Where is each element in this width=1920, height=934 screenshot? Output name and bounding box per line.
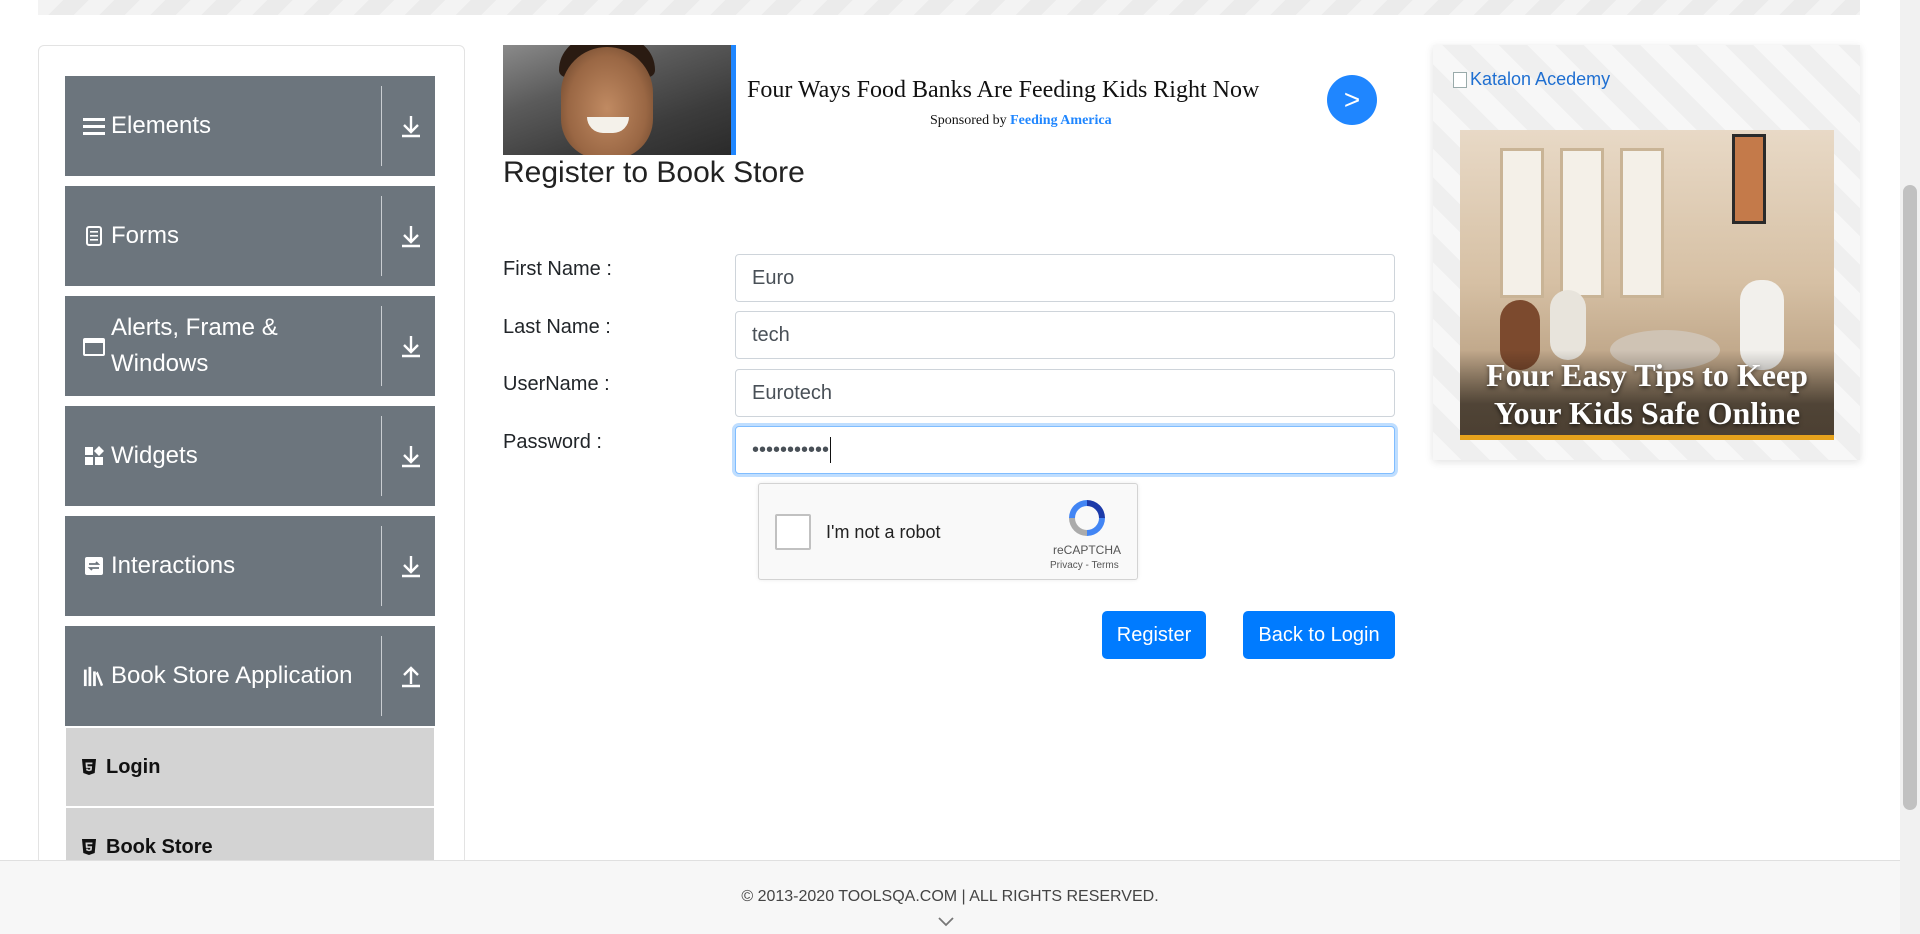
books-icon <box>83 665 105 687</box>
ad-image-family[interactable]: Four Easy Tips to Keep Your Kids Safe On… <box>1460 130 1834 440</box>
ad-sponsor-name[interactable]: Feeding America <box>1010 113 1111 128</box>
username-label: UserName : <box>503 373 610 395</box>
username-input[interactable]: Eurotech <box>735 369 1395 417</box>
sidebar-group-label: Alerts, Frame & Windows <box>111 314 278 377</box>
katalon-ad-link[interactable]: Katalon Acedemy <box>1453 69 1610 90</box>
ad-headline[interactable]: Four Ways Food Banks Are Feeding Kids Ri… <box>747 77 1259 104</box>
recaptcha-label: I'm not a robot <box>826 522 941 542</box>
sidebar-item-label: Login <box>106 755 161 778</box>
recaptcha-widget: I'm not a robot reCAPTCHA Privacy - Term… <box>758 483 1138 580</box>
top-ad-banner[interactable]: Four Ways Food Banks Are Feeding Kids Ri… <box>503 45 1377 155</box>
sidebar-group-book-store-application[interactable]: Book Store Application <box>65 626 435 726</box>
first-name-label: First Name : <box>503 258 612 280</box>
katalon-ad-alt-text: Katalon Acedemy <box>1470 69 1611 89</box>
last-name-label: Last Name : <box>503 316 611 338</box>
password-label: Password : <box>503 431 602 453</box>
window-icon <box>83 336 105 358</box>
divider <box>381 196 382 276</box>
first-name-value: Euro <box>752 266 795 289</box>
sidebar-group-label: Widgets <box>111 442 198 469</box>
chevron-down-icon[interactable] <box>936 915 956 929</box>
right-ad-banner[interactable]: Katalon Acedemy Four Easy Tips to Keep Y… <box>1433 45 1860 460</box>
footer-copyright: © 2013-2020 TOOLSQA.COM | ALL RIGHTS RES… <box>741 888 1159 905</box>
ad-photo-child <box>503 45 731 155</box>
chevron-down-icon[interactable] <box>397 442 425 470</box>
html5-icon <box>82 839 96 855</box>
scrollbar-thumb[interactable] <box>1903 185 1917 810</box>
ad-go-button[interactable]: > <box>1327 75 1377 125</box>
password-value: ••••••••••• <box>752 438 830 461</box>
sidebar-group-widgets[interactable]: Widgets <box>65 406 435 506</box>
chevron-down-icon[interactable] <box>397 332 425 360</box>
text-caret <box>830 437 832 463</box>
sidebar-group-label: Elements <box>111 112 212 139</box>
last-name-value: tech <box>752 323 790 346</box>
recaptcha-checkbox[interactable] <box>775 514 811 550</box>
menu-icon <box>83 115 105 137</box>
page-title: Register to Book Store <box>503 156 805 189</box>
html5-icon <box>82 759 96 775</box>
first-name-input[interactable]: Euro <box>735 254 1395 302</box>
divider <box>381 86 382 166</box>
page-scrollbar[interactable] <box>1900 0 1920 934</box>
ad-accent-bar <box>731 45 736 155</box>
recaptcha-brand: reCAPTCHA <box>1053 543 1122 557</box>
register-button[interactable]: Register <box>1102 611 1206 659</box>
broken-image-icon <box>1453 71 1467 88</box>
username-value: Eurotech <box>752 381 833 404</box>
divider <box>381 416 382 496</box>
divider <box>381 306 382 386</box>
recaptcha-terms-link[interactable]: Privacy - Terms <box>1050 560 1119 571</box>
password-input[interactable]: ••••••••••• <box>735 426 1395 474</box>
page-footer: © 2013-2020 TOOLSQA.COM | ALL RIGHTS RES… <box>0 860 1900 934</box>
sidebar-group-label: Forms <box>111 222 179 249</box>
chevron-up-icon[interactable] <box>397 662 425 690</box>
document-icon <box>83 225 105 247</box>
interactions-icon <box>83 555 105 577</box>
sidebar-group-elements[interactable]: Elements <box>65 76 435 176</box>
sidebar-item-login[interactable]: Login <box>66 728 434 806</box>
sidebar-group-label: Interactions <box>111 552 236 579</box>
ad-caption: Four Easy Tips to Keep Your Kids Safe On… <box>1460 350 1834 435</box>
chevron-down-icon[interactable] <box>397 552 425 580</box>
divider <box>381 636 382 716</box>
sidebar-group-alerts[interactable]: Alerts, Frame & Windows <box>65 296 435 396</box>
back-to-login-button[interactable]: Back to Login <box>1243 611 1395 659</box>
chevron-down-icon[interactable] <box>397 222 425 250</box>
ad-sponsor-prefix: Sponsored by <box>930 113 1007 128</box>
top-banner-strip <box>38 0 1860 15</box>
recaptcha-logo-icon <box>1069 500 1105 536</box>
sidebar-group-interactions[interactable]: Interactions <box>65 516 435 616</box>
sidebar-item-label: Book Store <box>106 835 213 858</box>
sidebar-group-label: Book Store Application <box>111 662 353 689</box>
ad-sponsor: Sponsored by Feeding America <box>930 113 1112 129</box>
divider <box>381 526 382 606</box>
sidebar-group-forms[interactable]: Forms <box>65 186 435 286</box>
last-name-input[interactable]: tech <box>735 311 1395 359</box>
chevron-down-icon[interactable] <box>397 112 425 140</box>
widgets-icon <box>83 445 105 467</box>
